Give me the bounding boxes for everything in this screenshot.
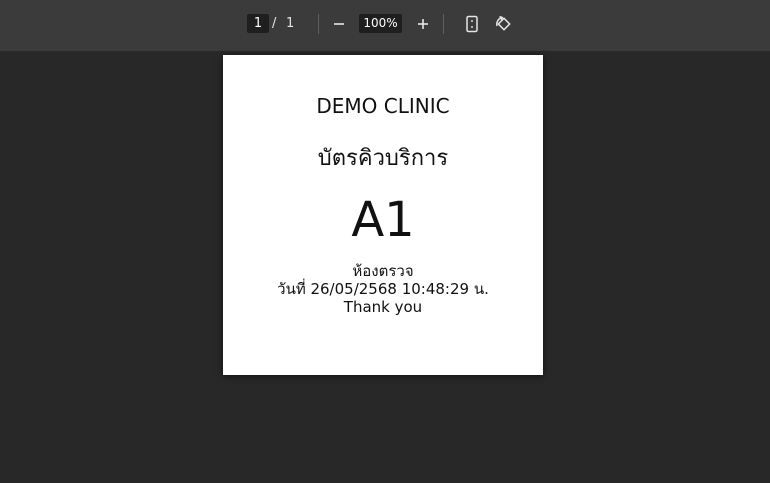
plus-icon (418, 19, 428, 29)
zoom-level-input[interactable]: 100% (359, 14, 402, 33)
thank-you-text: Thank you (343, 298, 423, 316)
toolbar-divider (318, 14, 319, 34)
page-total: 1 (286, 16, 295, 31)
toolbar-divider (443, 14, 444, 34)
pdf-toolbar: 1 / 1 100% (0, 0, 770, 51)
zoom-out-button[interactable] (329, 14, 349, 34)
clinic-name: DEMO CLINIC (316, 94, 450, 118)
fit-page-icon (466, 15, 478, 33)
minus-icon (334, 23, 344, 25)
ticket-datetime: วันที่ 26/05/2568 10:48:29 น. (277, 280, 489, 298)
queue-number: A1 (351, 192, 415, 248)
fit-page-button[interactable] (462, 14, 482, 34)
page-number-input[interactable]: 1 (247, 14, 269, 33)
page-separator: / (272, 16, 277, 31)
room-label: ห้องตรวจ (352, 262, 414, 280)
rotate-button[interactable] (493, 14, 513, 34)
rotate-icon (496, 15, 511, 31)
pdf-page: DEMO CLINIC บัตรคิวบริการ A1 ห้องตรวจ วั… (223, 55, 543, 375)
zoom-in-button[interactable] (413, 14, 433, 34)
ticket-title: บัตรคิวบริการ (317, 146, 449, 171)
